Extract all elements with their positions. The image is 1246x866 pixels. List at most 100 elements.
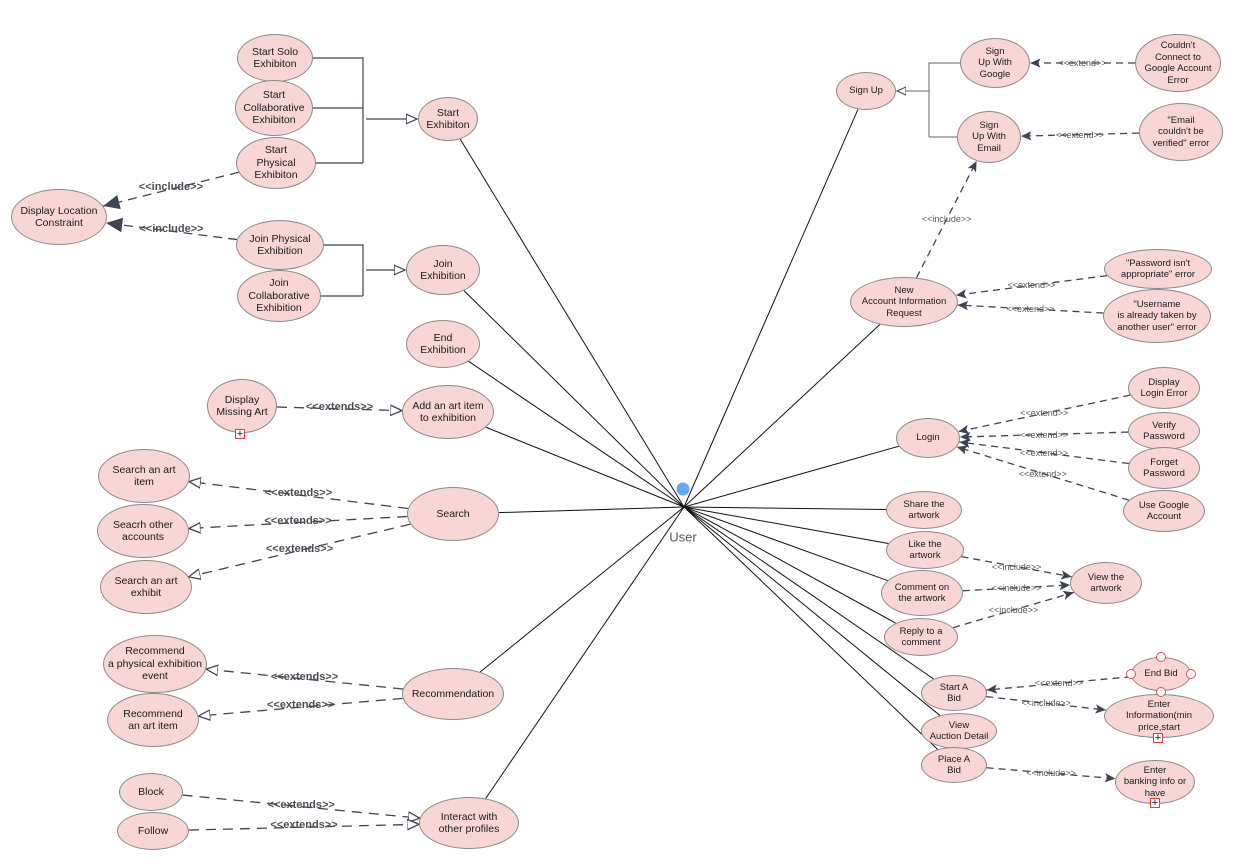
selection-handle[interactable]	[1156, 652, 1166, 662]
actor-icon[interactable]	[676, 482, 690, 496]
use-case-follow[interactable]: Follow	[117, 812, 189, 850]
use-case-search-exhibit[interactable]: Search an art exhibit	[100, 560, 192, 614]
use-case-block[interactable]: Block	[119, 773, 183, 811]
relationship-label: <<extends>>	[264, 487, 333, 499]
use-case-label: Interact with other profiles	[438, 810, 500, 836]
use-case-label: Display Login Error	[1140, 376, 1188, 400]
use-case-label: Block	[138, 785, 164, 798]
relationship-label: <<include>>	[1021, 698, 1071, 709]
use-case-label: Enter banking info or have	[1123, 764, 1187, 799]
expand-enter-info-icon[interactable]: +	[1153, 733, 1163, 744]
relationship-label: <<extends>>	[265, 542, 334, 555]
use-case-label: Forget Password	[1143, 456, 1185, 480]
use-case-use-google[interactable]: Use Google Account	[1123, 490, 1205, 532]
use-case-like[interactable]: Like the artwork	[886, 531, 964, 569]
use-case-search[interactable]: Search	[407, 487, 499, 541]
association-line	[683, 506, 887, 511]
use-case-rec-art[interactable]: Recommend an art item	[107, 693, 199, 747]
relationship-label: <<include>>	[991, 582, 1042, 593]
relationship-label: <<extends>>	[266, 699, 335, 712]
selection-handle[interactable]	[1126, 669, 1136, 679]
use-case-login-error[interactable]: Display Login Error	[1128, 367, 1200, 409]
use-case-interact[interactable]: Interact with other profiles	[419, 797, 519, 849]
relationship-label: <<extend>>	[1020, 447, 1069, 458]
use-case-reply[interactable]: Reply to a comment	[884, 618, 958, 656]
use-case-label: Join Collaborative Exhibition	[248, 277, 310, 315]
relationship-label: <<extend>>	[1019, 429, 1069, 440]
use-case-join-collab[interactable]: Join Collaborative Exhibition	[237, 270, 321, 322]
use-case-recommendation[interactable]: Recommendation	[402, 668, 504, 720]
use-case-label: Display Missing Art	[216, 393, 268, 419]
use-case-email-error[interactable]: "Email couldn't be verified" error	[1139, 103, 1223, 161]
use-case-label: Like the artwork	[908, 538, 942, 562]
use-case-search-accounts[interactable]: Seacrh other accounts	[97, 504, 189, 558]
use-case-label: End Exhibition	[420, 331, 466, 357]
use-case-label: "Password isn't appropriate" error	[1120, 257, 1196, 281]
use-case-verify-password[interactable]: Verify Password	[1128, 412, 1200, 450]
use-case-label: Sign Up With Email	[972, 119, 1006, 154]
expand-enter-banking-icon[interactable]: +	[1150, 798, 1160, 809]
use-case-password-error[interactable]: "Password isn't appropriate" error	[1104, 249, 1212, 289]
relationship-label: <<include>>	[921, 214, 972, 225]
use-case-search-art-item[interactable]: Search an art item	[98, 449, 190, 503]
use-case-google-error[interactable]: Couldn't Connect to Google Account Error	[1135, 34, 1221, 92]
use-case-login[interactable]: Login	[896, 418, 960, 458]
use-case-start-bid[interactable]: Start A Bid	[921, 675, 987, 711]
use-case-label: Recommend a physical exhibition event	[108, 645, 202, 683]
use-case-label: Start Exhibiton	[426, 106, 470, 132]
use-case-place-bid[interactable]: Place A Bid	[921, 747, 987, 783]
relationship-label: <<include>>	[991, 561, 1042, 572]
use-case-label: Join Exhibition	[420, 257, 466, 283]
use-case-start-collab[interactable]: Start Collaborative Exhibiton	[235, 80, 313, 136]
use-case-share[interactable]: Share the artwork	[886, 491, 962, 529]
selection-handle[interactable]	[1156, 687, 1166, 697]
expand-display-missing-icon[interactable]: +	[235, 429, 245, 440]
association-line	[498, 506, 685, 514]
use-case-comment[interactable]: Comment on the artwork	[881, 570, 963, 616]
relationship-label: <<include>>	[988, 605, 1039, 615]
relationship-label: <<include>>	[1026, 768, 1076, 779]
association-line	[683, 109, 859, 508]
use-case-label: Enter Information(min price,start	[1126, 698, 1192, 733]
association-line	[683, 506, 888, 582]
use-case-start-solo[interactable]: Start Solo Exhibiton	[237, 34, 313, 82]
use-case-label: Start A Bid	[939, 681, 969, 705]
use-case-end-bid[interactable]: End Bid	[1131, 657, 1191, 691]
relationship-label: <<extend>>	[1034, 678, 1083, 689]
generalization-bracket	[928, 62, 960, 138]
use-case-start-exhibition[interactable]: Start Exhibiton	[418, 97, 478, 141]
association-line	[468, 360, 685, 508]
use-case-label: Add an art item to exhibition	[412, 399, 484, 425]
use-case-view-artwork[interactable]: View the artwork	[1070, 562, 1142, 604]
use-case-label: Sign Up With Google	[978, 45, 1012, 80]
relationship-label: <<include>>	[138, 181, 203, 194]
association-line	[463, 290, 685, 508]
selection-handle[interactable]	[1186, 669, 1196, 679]
relationship-label: <<include>>	[139, 223, 204, 236]
relationship-label: <<extends>>	[270, 671, 339, 684]
use-case-username-error[interactable]: "Username is already taken by another us…	[1103, 289, 1211, 343]
use-case-rec-physical[interactable]: Recommend a physical exhibition event	[103, 635, 207, 693]
relationship-label: <<extend>>	[1007, 280, 1056, 291]
use-case-label: Start Physical Exhibiton	[254, 144, 298, 182]
use-case-join-physical[interactable]: Join Physical Exhibition	[236, 220, 324, 270]
use-case-join-exhibition[interactable]: Join Exhibition	[406, 245, 480, 295]
use-case-label: "Email couldn't be verified" error	[1152, 114, 1210, 149]
use-case-add-art[interactable]: Add an art item to exhibition	[402, 385, 494, 439]
use-case-signup-email[interactable]: Sign Up With Email	[957, 111, 1021, 163]
relationship-label: <<extends>>	[267, 798, 335, 811]
use-case-signup-google[interactable]: Sign Up With Google	[960, 38, 1030, 88]
use-case-forget-password[interactable]: Forget Password	[1128, 447, 1200, 489]
use-case-sign-up[interactable]: Sign Up	[836, 72, 896, 110]
use-case-end-exhibition[interactable]: End Exhibition	[406, 320, 480, 368]
relationship-label: <<extends>>	[305, 400, 374, 413]
use-case-display-missing[interactable]: Display Missing Art	[207, 379, 277, 433]
use-case-new-account[interactable]: New Account Information Request	[850, 277, 958, 327]
use-case-label: Join Physical Exhibition	[249, 232, 311, 258]
use-case-label: Verify Password	[1143, 419, 1185, 443]
use-case-label: Start Collaborative Exhibiton	[243, 89, 305, 127]
use-case-view-auction[interactable]: View Auction Detail	[921, 713, 997, 749]
use-case-label: Search	[436, 507, 470, 520]
use-case-start-physical[interactable]: Start Physical Exhibiton	[236, 137, 316, 189]
use-case-display-location[interactable]: Display Location Constraint	[11, 189, 107, 245]
